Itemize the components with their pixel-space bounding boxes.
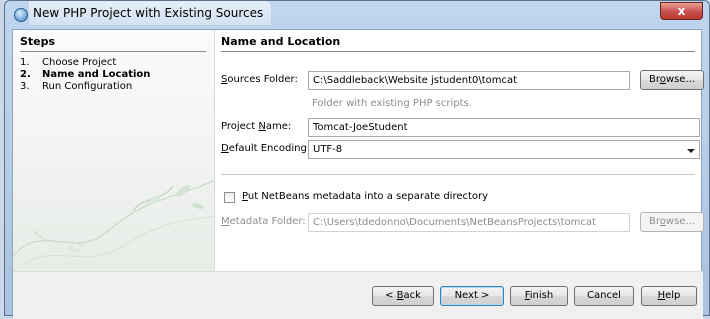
step-number: 2. <box>20 69 31 80</box>
metadata-folder-input[interactable]: C:\Users\tdedonno\Documents\NetBeansProj… <box>308 213 630 232</box>
sources-folder-hint: Folder with existing PHP scripts. <box>312 98 472 109</box>
steps-title: Steps <box>20 35 56 48</box>
sources-folder-input[interactable]: C:\Saddleback\Website jstudent0\tomcat <box>308 71 630 90</box>
decorative-vine-image <box>13 180 214 267</box>
default-encoding-select[interactable]: UTF-8 <box>308 140 700 159</box>
dialog-footer: < Back Next > Finish Cancel Help <box>13 271 703 319</box>
dialog-content: Steps 1. Choose Project 2. Name and Locati… <box>12 29 704 319</box>
browse-metadata-button[interactable]: Browse... <box>640 212 704 232</box>
default-encoding-value: UTF-8 <box>313 144 343 155</box>
name-location-form: Name and Location Sources Folder: C:\Sad… <box>221 30 704 271</box>
section-title: Name and Location <box>221 35 341 48</box>
step-label: Choose Project <box>42 57 117 68</box>
browse-sources-button[interactable]: Browse... <box>640 70 704 90</box>
section-divider <box>221 51 695 52</box>
close-button[interactable]: x <box>660 2 703 20</box>
step-item: 1. Choose Project <box>20 57 150 69</box>
step-number: 1. <box>20 57 30 68</box>
title-bar[interactable]: New PHP Project with Existing Sources x <box>5 1 709 29</box>
finish-button[interactable]: Finish <box>510 286 568 306</box>
metadata-checkbox[interactable] <box>224 192 235 203</box>
dialog-window: New PHP Project with Existing Sources x … <box>4 0 710 319</box>
step-label: Name and Location <box>42 69 151 80</box>
options-divider <box>221 174 695 175</box>
back-button[interactable]: < Back <box>372 286 434 306</box>
step-item-active: 2. Name and Location <box>20 69 150 81</box>
chevron-down-icon[interactable] <box>683 142 698 157</box>
metadata-checkbox-label[interactable]: Put NetBeans metadata into a separate di… <box>242 191 488 202</box>
default-encoding-label: Default Encoding: <box>221 143 311 154</box>
cancel-button[interactable]: Cancel <box>574 286 634 306</box>
steps-panel: Steps 1. Choose Project 2. Name and Locati… <box>13 30 215 271</box>
steps-list: 1. Choose Project 2. Name and Location 3. R… <box>20 57 150 93</box>
metadata-folder-label: Metadata Folder: <box>221 216 306 227</box>
step-label: Run Configuration <box>42 81 133 92</box>
project-name-input[interactable]: Tomcat-JoeStudent <box>308 118 700 137</box>
steps-divider <box>20 51 206 52</box>
netbeans-app-icon <box>14 8 28 22</box>
help-button[interactable]: Help <box>641 286 697 306</box>
sources-folder-label: Sources Folder: <box>221 74 298 85</box>
window-title: New PHP Project with Existing Sources <box>29 1 272 25</box>
step-number: 3. <box>20 81 30 92</box>
next-button[interactable]: Next > <box>440 286 504 306</box>
step-item: 3. Run Configuration <box>20 81 150 93</box>
project-name-label: Project Name: <box>221 121 292 132</box>
